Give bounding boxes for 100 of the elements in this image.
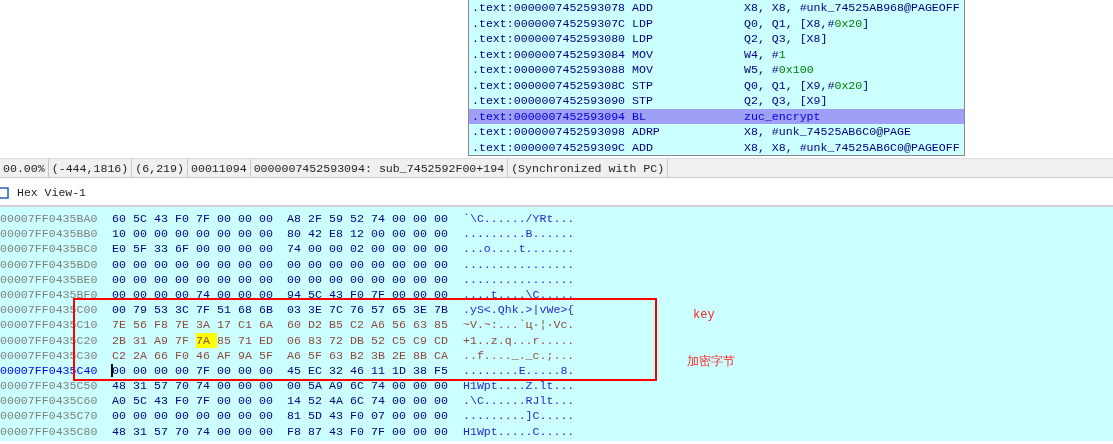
hex-byte[interactable]: 00: [434, 271, 455, 287]
hex-byte[interactable]: 00: [259, 362, 280, 379]
hex-byte[interactable]: 43: [329, 286, 350, 303]
hex-byte[interactable]: 33: [154, 241, 175, 257]
hex-byte[interactable]: 00: [259, 256, 280, 272]
hex-byte[interactable]: 17: [217, 317, 238, 333]
hex-byte[interactable]: 5F: [259, 347, 280, 363]
hex-byte[interactable]: 5C: [133, 393, 154, 409]
hex-byte[interactable]: 00: [434, 393, 455, 409]
hex-byte[interactable]: 85: [434, 317, 455, 333]
hex-byte[interactable]: 74: [371, 211, 392, 227]
hex-byte[interactable]: 00: [154, 226, 175, 242]
hex-byte[interactable]: 46: [350, 362, 371, 379]
hex-byte[interactable]: 00: [238, 256, 259, 272]
hex-byte[interactable]: 00: [308, 271, 329, 287]
hex-byte[interactable]: 63: [413, 317, 434, 333]
hex-byte[interactable]: 70: [175, 378, 196, 394]
hex-byte[interactable]: 00: [259, 226, 280, 242]
hex-byte[interactable]: 00: [413, 211, 434, 227]
hex-byte[interactable]: F8: [154, 317, 175, 333]
hex-byte[interactable]: 63: [329, 347, 350, 363]
hex-byte[interactable]: A9: [154, 332, 175, 348]
hex-byte[interactable]: 00: [392, 211, 413, 227]
hex-byte[interactable]: 8B: [413, 347, 434, 363]
hex-byte[interactable]: 31: [133, 423, 154, 439]
hex-byte[interactable]: F0: [175, 347, 196, 363]
hex-byte[interactable]: 00: [434, 423, 455, 439]
hex-byte[interactable]: 70: [175, 423, 196, 439]
hex-byte[interactable]: 2A: [133, 347, 154, 363]
hex-byte[interactable]: 00: [238, 286, 259, 303]
hex-byte[interactable]: 00: [133, 226, 154, 242]
hex-byte[interactable]: CA: [434, 347, 455, 363]
hex-byte[interactable]: 79: [133, 302, 154, 318]
hex-byte[interactable]: 00: [371, 256, 392, 272]
hex-byte[interactable]: 74: [371, 378, 392, 394]
hex-byte[interactable]: 85: [217, 332, 238, 348]
hex-byte[interactable]: 68: [238, 302, 259, 318]
hex-byte[interactable]: 3C: [175, 302, 196, 318]
hex-byte[interactable]: 00: [175, 286, 196, 303]
hex-byte[interactable]: 00: [133, 362, 154, 379]
hex-byte[interactable]: 00: [392, 286, 413, 303]
hex-byte[interactable]: 43: [154, 393, 175, 409]
hex-byte[interactable]: F8: [287, 423, 308, 439]
hex-byte[interactable]: 00: [434, 211, 455, 227]
hex-byte[interactable]: 31: [133, 332, 154, 348]
hex-byte[interactable]: 00: [217, 241, 238, 257]
hex-byte[interactable]: E0: [112, 241, 133, 257]
hex-byte[interactable]: 74: [196, 286, 217, 303]
hex-byte[interactable]: C2: [112, 347, 133, 363]
hex-byte[interactable]: 00: [196, 271, 217, 287]
hex-byte[interactable]: 00: [329, 271, 350, 287]
hex-byte[interactable]: 7F: [175, 332, 196, 348]
hex-byte[interactable]: 00: [371, 271, 392, 287]
hex-byte[interactable]: 00: [371, 241, 392, 257]
hex-byte[interactable]: 65: [392, 302, 413, 318]
hex-byte[interactable]: 51: [217, 302, 238, 318]
hex-byte[interactable]: 00: [287, 271, 308, 287]
code-line[interactable]: .text:0000007452593090 STP Q2, Q3, [X9]: [469, 93, 964, 109]
hex-byte[interactable]: B5: [329, 317, 350, 333]
hex-byte[interactable]: 38: [413, 362, 434, 379]
hex-byte[interactable]: 00: [238, 408, 259, 424]
hex-byte[interactable]: 00: [154, 362, 175, 379]
hex-byte[interactable]: 12: [350, 226, 371, 242]
hex-byte[interactable]: 6C: [350, 393, 371, 409]
hex-byte[interactable]: 00: [238, 241, 259, 257]
hex-byte[interactable]: 00: [413, 271, 434, 287]
hex-byte[interactable]: 00: [413, 256, 434, 272]
hex-byte[interactable]: F0: [350, 423, 371, 439]
code-line[interactable]: .text:0000007452593088 MOV W5, #0x100: [469, 62, 964, 78]
hex-byte[interactable]: AF: [217, 347, 238, 363]
hex-byte[interactable]: 00: [154, 271, 175, 287]
hex-byte[interactable]: 72: [329, 332, 350, 348]
hex-byte[interactable]: 00: [154, 286, 175, 303]
hex-byte[interactable]: 10: [112, 226, 133, 242]
hex-byte[interactable]: E8: [329, 226, 350, 242]
hex-byte[interactable]: 00: [259, 378, 280, 394]
hex-byte[interactable]: 00: [133, 286, 154, 303]
hex-byte[interactable]: A8: [287, 211, 308, 227]
hex-byte[interactable]: 00: [112, 302, 133, 318]
hex-byte[interactable]: 7F: [371, 423, 392, 439]
hex-byte[interactable]: 7F: [196, 302, 217, 318]
hex-byte[interactable]: 00: [259, 393, 280, 409]
hex-byte[interactable]: 00: [392, 378, 413, 394]
hex-byte[interactable]: 7C: [329, 302, 350, 318]
hex-byte[interactable]: A6: [371, 317, 392, 333]
hex-byte[interactable]: 57: [154, 378, 175, 394]
hex-byte[interactable]: ED: [259, 332, 280, 348]
tab-title[interactable]: Hex View-1: [17, 181, 86, 205]
hex-byte[interactable]: 7E: [112, 317, 133, 333]
hex-byte[interactable]: 94: [287, 286, 308, 303]
hex-byte[interactable]: 6B: [259, 302, 280, 318]
hex-byte[interactable]: F0: [175, 211, 196, 227]
hex-byte[interactable]: 00: [112, 271, 133, 287]
hex-byte[interactable]: B2: [350, 347, 371, 363]
hex-byte[interactable]: 00: [413, 241, 434, 257]
hex-byte[interactable]: 00: [392, 423, 413, 439]
hex-byte[interactable]: 43: [154, 211, 175, 227]
hex-byte[interactable]: 00: [259, 271, 280, 287]
hex-byte[interactable]: 48: [112, 378, 133, 394]
hex-byte[interactable]: 60: [112, 211, 133, 227]
